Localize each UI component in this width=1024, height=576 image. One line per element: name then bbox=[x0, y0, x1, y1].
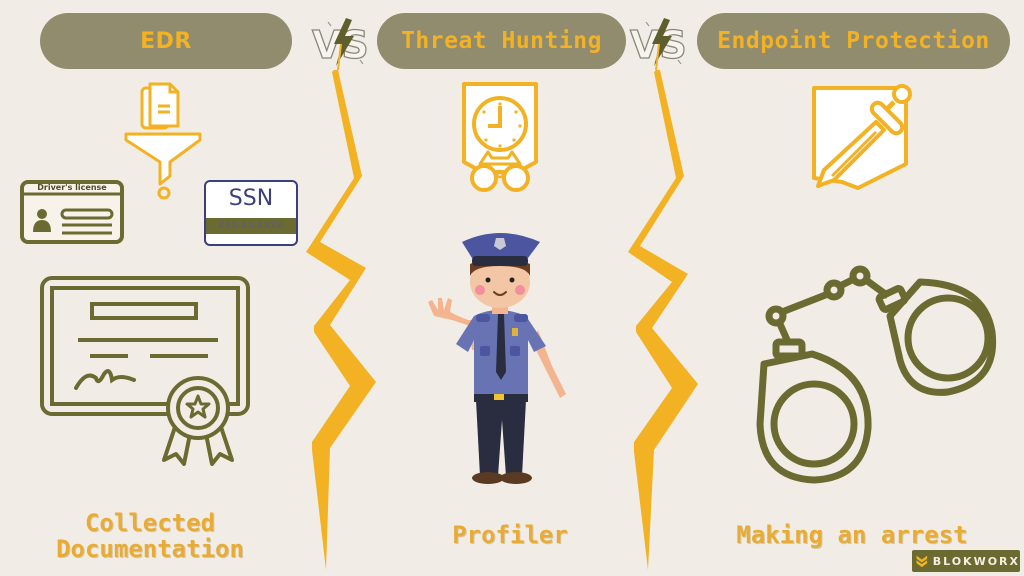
header-threat-hunting-label: Threat Hunting bbox=[401, 28, 602, 54]
certificate-icon bbox=[40, 276, 250, 466]
drivers-license-card: Driver's license bbox=[20, 180, 124, 244]
header-edr-label: EDR bbox=[140, 28, 192, 54]
lightning-divider-icon bbox=[306, 70, 376, 570]
drivers-license-label: Driver's license bbox=[37, 183, 107, 192]
vs-emblem-icon: VS bbox=[311, 18, 369, 70]
ssn-value: XXX-XX-XXXX bbox=[218, 221, 284, 231]
chevron-logo-icon bbox=[916, 555, 928, 568]
header-endpoint-protection: Endpoint Protection bbox=[697, 13, 1010, 69]
ssn-title: SSN bbox=[228, 186, 274, 211]
ssn-bar: XXX-XX-XXXX bbox=[206, 218, 296, 234]
clock-binoculars-icon bbox=[462, 82, 538, 192]
header-edr: EDR bbox=[40, 13, 292, 69]
caption-endpoint-protection: Making an arrest bbox=[736, 521, 968, 549]
caption-edr: Collected Documentation bbox=[30, 510, 270, 562]
brand-watermark: BLOKWORX bbox=[912, 550, 1020, 572]
caption-edr-line1: Collected bbox=[84, 509, 216, 537]
handcuffs-icon bbox=[756, 265, 997, 484]
sword-shield-icon bbox=[812, 84, 912, 190]
document-funnel-icon bbox=[124, 82, 202, 200]
caption-threat-hunting: Profiler bbox=[452, 521, 568, 549]
caption-edr-line2: Documentation bbox=[56, 535, 244, 563]
lightning-divider-icon bbox=[628, 70, 698, 570]
vs-emblem-icon: VS bbox=[629, 18, 687, 70]
police-officer-illustration bbox=[428, 233, 566, 484]
header-endpoint-protection-label: Endpoint Protection bbox=[717, 28, 990, 54]
header-threat-hunting: Threat Hunting bbox=[377, 13, 626, 69]
ssn-card: SSN XXX-XX-XXXX bbox=[204, 180, 298, 246]
brand-name: BLOKWORX bbox=[932, 554, 1020, 568]
